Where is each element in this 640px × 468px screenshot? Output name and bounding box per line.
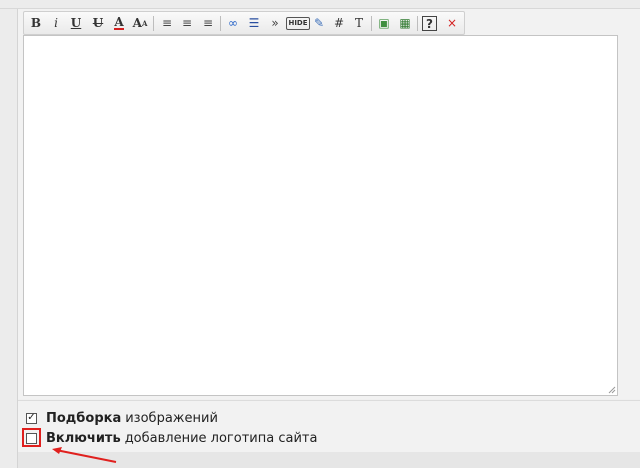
link-button[interactable]: ∞ (224, 14, 242, 32)
toolbar-separator (153, 16, 154, 31)
gallery-checkbox[interactable]: ✓ (26, 412, 37, 424)
image-button[interactable]: ▣ (375, 14, 393, 32)
hide-button[interactable]: HIDE (286, 17, 310, 30)
align-right-button[interactable]: ≡ (199, 14, 217, 32)
gallery-label: изображений (125, 410, 218, 426)
font-color-button[interactable]: A (110, 14, 128, 32)
arrow-annotation-icon (52, 447, 117, 463)
option-image-gallery[interactable]: ✓ Подборка изображений (26, 409, 218, 427)
close-button[interactable]: × (443, 14, 461, 32)
top-strip (0, 0, 640, 9)
strikethrough-button[interactable]: U (89, 14, 107, 32)
quote-button[interactable]: » (266, 14, 284, 32)
video-button[interactable]: ▦ (396, 14, 414, 32)
italic-button[interactable]: i (47, 14, 65, 32)
list-button[interactable]: ☰ (245, 14, 263, 32)
highlight-box (22, 428, 41, 447)
message-editor[interactable] (23, 35, 618, 396)
bold-button[interactable]: B (27, 14, 45, 32)
toolbar-separator (417, 16, 418, 31)
help-button[interactable]: ? (422, 16, 437, 31)
toolbar-separator (220, 16, 221, 31)
logo-label: добавление логотипа сайта (124, 430, 318, 446)
hashtag-button[interactable]: # (330, 14, 348, 32)
resize-grip-icon[interactable] (608, 386, 616, 394)
gallery-label-bold: Подборка (46, 410, 122, 426)
edit-button[interactable]: ✎ (310, 14, 328, 32)
underline-button[interactable]: U (67, 14, 85, 32)
editor-toolbar: B i U U A AA ≡ ≡ ≡ ∞ ☰ » HIDE ✎ # T ▣ ▦ … (23, 11, 465, 35)
font-size-button[interactable]: AA (131, 14, 149, 32)
text-button[interactable]: T (350, 14, 368, 32)
left-column (0, 9, 18, 468)
align-center-button[interactable]: ≡ (178, 14, 196, 32)
align-left-button[interactable]: ≡ (158, 14, 176, 32)
toolbar-separator (371, 16, 372, 31)
